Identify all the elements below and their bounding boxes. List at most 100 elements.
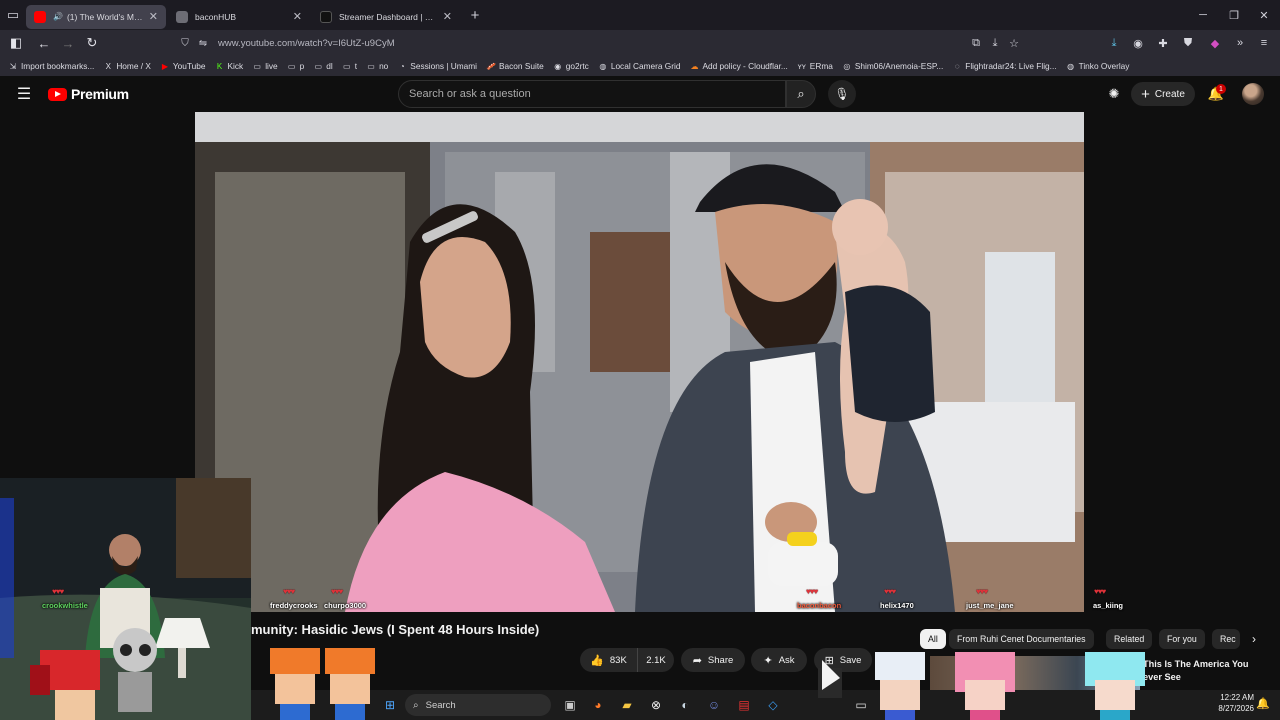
bookmark-label: live (265, 61, 278, 71)
bookmark-item[interactable]: ▭ dl (313, 61, 333, 71)
chip-recent[interactable]: Rec (1212, 629, 1240, 649)
create-button[interactable]: + Create (1131, 82, 1195, 106)
umami-icon: ◔ (399, 61, 405, 71)
app-menu-icon[interactable]: ≡ (1252, 30, 1276, 56)
ublock-icon[interactable]: ⛊ (1176, 30, 1200, 56)
tab-youtube[interactable]: 🔊 (1) The World's Most Secret ✕ (26, 4, 166, 29)
bookmark-item[interactable]: ʏʏ ERma (797, 61, 833, 71)
search-box[interactable] (398, 80, 786, 108)
bookmark-item[interactable]: ▭ live (252, 61, 277, 71)
task-view-icon[interactable]: ▣ (560, 695, 580, 715)
like-button[interactable]: 👍 83K (580, 648, 638, 672)
save-button[interactable]: ⊞ Save (814, 648, 872, 672)
bookmark-label: Flightradar24: Live Flig... (965, 61, 1057, 71)
tab-streamer-dashboard[interactable]: Streamer Dashboard | Tinkobot ✕ (312, 5, 460, 29)
taskbar-clock[interactable]: 12:22 AM 8/27/2026 (1206, 692, 1254, 714)
bookmark-item[interactable]: ◔ Sessions | Umami (397, 61, 477, 71)
chip-from-channel[interactable]: From Ruhi Cenet Documentaries (949, 629, 1094, 649)
sidebar-toggle-icon[interactable]: ◧ (4, 31, 28, 55)
bookmark-item[interactable]: ▶ YouTube (160, 61, 206, 71)
microphone-icon[interactable]: 🎙 (828, 80, 856, 108)
bookmark-item[interactable]: ▭ p (287, 61, 305, 71)
bookmark-label: Sessions | Umami (410, 61, 478, 71)
webcam-overlay (0, 478, 251, 720)
ai-sparkle-icon[interactable]: ✺ (1105, 85, 1123, 103)
overflow-chevron-icon[interactable]: » (1228, 30, 1252, 56)
site-info-icon[interactable]: ⇋ (194, 38, 212, 49)
steam-icon[interactable]: ◐ (675, 695, 695, 715)
bookmark-item[interactable]: ⇲ Import bookmarks... (8, 61, 95, 71)
shield-icon[interactable]: ⛉ (176, 38, 194, 49)
close-tab-icon[interactable]: ✕ (149, 10, 158, 23)
downloads-icon[interactable]: ⤓ (1102, 30, 1126, 56)
bookmark-item[interactable]: ◍ Tinko Overlay (1066, 61, 1129, 71)
search-icon: ⌕ (413, 699, 419, 711)
minimize-icon[interactable]: ─ (1187, 0, 1219, 30)
file-explorer-icon[interactable]: ▰ (617, 695, 637, 715)
back-icon[interactable]: ← (32, 31, 56, 55)
ask-button[interactable]: ✦ Ask (751, 648, 807, 672)
discord-icon[interactable]: ☺ (704, 695, 724, 715)
url-bar[interactable]: ⛉ ⇋ www.youtube.com/watch?v=I6UtZ-u9CyM (176, 32, 1028, 54)
tab-title: (1) The World's Most Secret (66, 11, 143, 22)
windows-start-icon[interactable]: ⊞ (380, 695, 400, 715)
share-button[interactable]: ➦ Share (681, 648, 745, 672)
new-tab-button[interactable]: + (462, 0, 488, 30)
restore-icon[interactable]: ❐ (1218, 0, 1250, 30)
bookmark-label: p (299, 61, 305, 71)
account-icon[interactable]: ◉ (1126, 30, 1150, 56)
recommended-title[interactable]: This Is The America You ever See (1143, 658, 1280, 684)
bookmark-item[interactable]: ▭ no (366, 61, 388, 71)
firefox-icon[interactable]: ◕ (588, 695, 608, 715)
reload-icon[interactable]: ↻ (80, 31, 104, 55)
notification-center-icon[interactable]: 🔔 (1256, 697, 1270, 710)
bookmark-item[interactable]: ◎ Shim06/Anemoia-ESP... (842, 61, 943, 71)
avatar[interactable] (1242, 83, 1264, 105)
bookmark-item[interactable]: 🥓 Bacon Suite (486, 61, 544, 71)
chip-for-you[interactable]: For you (1159, 629, 1205, 649)
chip-related[interactable]: Related (1106, 629, 1153, 649)
bookmark-item[interactable]: ▭ t (342, 61, 357, 71)
audio-icon[interactable]: 🔊 (53, 12, 63, 21)
voicemeeter-icon[interactable]: ▤ (734, 695, 754, 715)
search-input[interactable] (409, 81, 779, 107)
search-icon[interactable]: ⌕ (786, 80, 816, 108)
chevron-right-icon[interactable]: › (1244, 629, 1264, 649)
forward-icon[interactable]: → (56, 31, 80, 55)
bacon-icon: 🥓 (486, 61, 496, 71)
youtube-premium-logo[interactable]: Premium (48, 86, 129, 102)
youtube-header: ☰ Premium ⌕ 🎙 ✺ + Create 🔔 (0, 76, 1280, 112)
vscode-icon[interactable]: ◇ (763, 695, 783, 715)
bookmark-item[interactable]: X Home / X (103, 61, 151, 71)
close-tab-icon[interactable]: ✕ (443, 10, 452, 23)
close-tab-icon[interactable]: ✕ (293, 10, 302, 23)
bookmark-label: YouTube (172, 61, 206, 71)
recommended-thumbnail[interactable] (930, 656, 1140, 690)
tab-list-icon[interactable]: ▭ (0, 0, 26, 30)
url-text[interactable]: www.youtube.com/watch?v=I6UtZ-u9CyM (218, 38, 395, 49)
bookmark-item[interactable]: ◌ Flightradar24: Live Flig... (952, 61, 1057, 71)
go2rtc-icon: ◉ (554, 61, 562, 71)
taskbar-search[interactable]: ⌕ Search (405, 694, 551, 716)
bookmark-star-icon[interactable]: ☆ (1002, 30, 1026, 56)
close-window-icon[interactable]: ✕ (1248, 0, 1280, 30)
tab-baconhub[interactable]: baconHUB ✕ (168, 5, 310, 29)
folder-icon: ▭ (314, 61, 323, 71)
clock-time: 12:22 AM (1220, 693, 1254, 702)
chip-all[interactable]: All (920, 629, 946, 649)
xbox-icon[interactable]: ⊗ (646, 695, 666, 715)
youtube-icon: ▶ (161, 61, 168, 71)
bookmark-item[interactable]: K Kick (215, 61, 243, 71)
terminal-icon[interactable]: ▭ (851, 695, 871, 715)
cloudflare-icon: ☁ (690, 61, 699, 71)
video-player[interactable] (195, 112, 1084, 612)
save-icon: ⊞ (824, 654, 834, 667)
bookmark-item[interactable]: ☁ Add policy - Cloudflar... (689, 61, 787, 71)
guide-menu-icon[interactable]: ☰ (14, 84, 34, 104)
bookmark-item[interactable]: ◉ go2rtc (553, 61, 589, 71)
extensions-icon[interactable]: ✚ (1151, 30, 1175, 56)
dislike-button[interactable]: 2.1K (638, 648, 674, 672)
bookmark-item[interactable]: ◍ Local Camera Grid (598, 61, 680, 71)
like-count: 83K (609, 654, 627, 666)
extension-pink-icon[interactable]: ◆ (1203, 30, 1227, 56)
